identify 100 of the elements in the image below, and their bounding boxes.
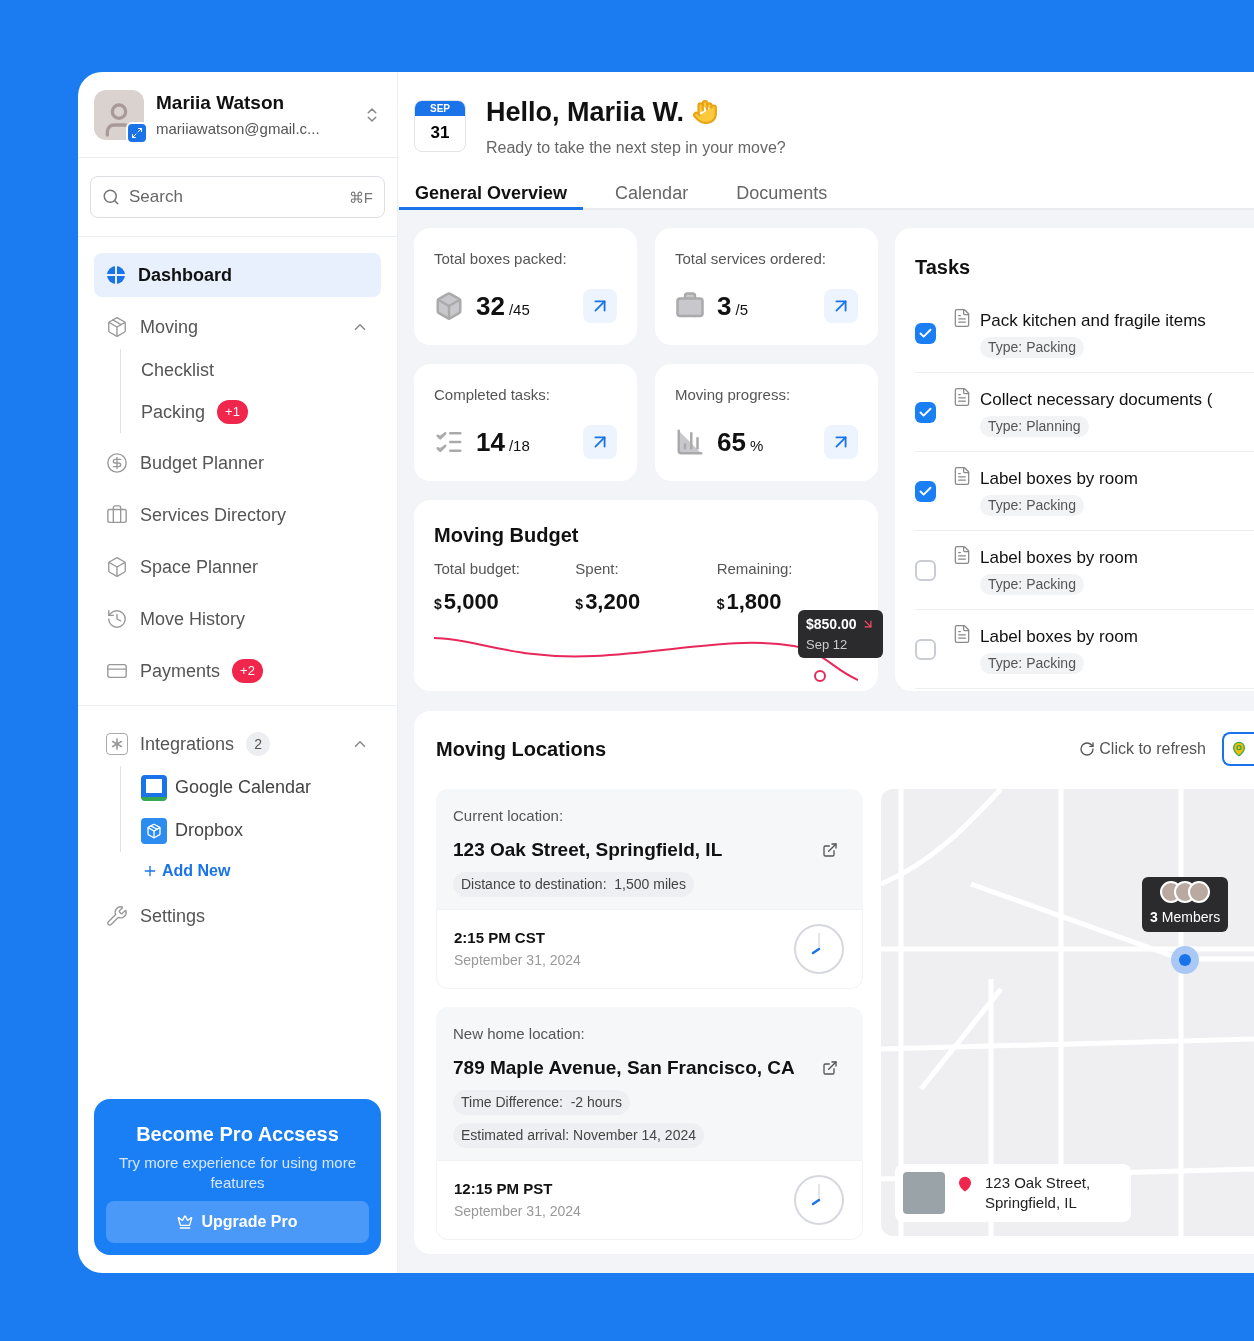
- stat-label: Completed tasks:: [434, 385, 551, 405]
- pie-chart-icon: [106, 265, 126, 285]
- stat-value: 3/5: [717, 289, 748, 323]
- open-button[interactable]: [824, 289, 858, 323]
- asterisk-icon: [106, 733, 128, 755]
- task-type-tag: Type: Packing: [980, 337, 1084, 359]
- nav-item[interactable]: Budget Planner: [94, 441, 381, 485]
- task-type-tag: Type: Planning: [980, 416, 1089, 438]
- task-checkbox[interactable]: [915, 559, 936, 581]
- task-checkbox[interactable]: [915, 638, 936, 660]
- stat-label: Total services ordered:: [675, 249, 827, 269]
- map-pin-button[interactable]: [1222, 732, 1254, 766]
- info-chip: Distance to destination: 1,500 miles: [453, 872, 694, 897]
- location-label: New home location:: [453, 1024, 586, 1044]
- count-badge: +1: [217, 400, 248, 424]
- info-chip: Time Difference: -2 hours: [453, 1090, 631, 1115]
- member-avatar: [1188, 881, 1211, 903]
- nav-item[interactable]: Settings: [94, 894, 381, 938]
- document-icon: [952, 307, 972, 328]
- nav-item[interactable]: Dashboard: [94, 253, 381, 297]
- stat-label: Moving progress:: [675, 385, 792, 405]
- crown-icon: [177, 1214, 194, 1230]
- integration-item[interactable]: Dropbox: [175, 817, 244, 844]
- location-address: 123 Oak Street, Springfield, IL: [453, 837, 723, 862]
- members-tooltip: 3 Members: [1142, 877, 1229, 932]
- stat-value: 32/45: [476, 289, 530, 323]
- document-icon: [952, 623, 972, 644]
- photo-placeholder: [903, 1172, 945, 1214]
- open-button[interactable]: [583, 425, 617, 459]
- refresh-icon: [1079, 741, 1096, 757]
- nav-icon: [106, 556, 128, 578]
- task-type-tag: Type: Packing: [980, 653, 1084, 675]
- tab[interactable]: Calendar: [599, 180, 705, 210]
- task-checkbox[interactable]: [915, 480, 936, 502]
- nav-item[interactable]: Services Directory: [94, 493, 381, 537]
- stat-label: Total boxes packed:: [434, 249, 568, 269]
- task-checkbox[interactable]: [915, 322, 936, 344]
- budget-label: Spent:: [575, 559, 619, 579]
- budget-label: Remaining:: [716, 559, 793, 579]
- promo-text: Try more experience for using more features: [117, 1153, 357, 1193]
- info-chip: Estimated arrival: November 14, 2024: [453, 1123, 704, 1148]
- greeting-title: Hello, Mariia W.: [486, 95, 685, 129]
- tab[interactable]: Documents: [720, 180, 844, 210]
- open-button[interactable]: [824, 425, 858, 459]
- nav-subitem[interactable]: Checklist: [141, 356, 215, 384]
- user-email: mariiawatson@gmail.c...: [156, 118, 321, 139]
- clock-icon: [793, 1174, 845, 1226]
- external-link-icon[interactable]: [822, 841, 838, 858]
- user-name: Mariia Watson: [156, 91, 286, 115]
- task-type-tag: Type: Packing: [980, 495, 1084, 517]
- shortcut-hint: ⌘F: [348, 188, 373, 208]
- promo-title: Become Pro Accsess: [136, 1122, 339, 1147]
- external-link-icon[interactable]: [822, 1059, 838, 1076]
- map-pin-icon: [957, 1176, 973, 1192]
- task-title: Pack kitchen and fragile items: [980, 309, 1206, 332]
- plus-icon: [142, 863, 158, 879]
- data-point-marker: [813, 668, 827, 683]
- nav-item[interactable]: Payments +2: [94, 649, 381, 693]
- local-date: September 31, 2024: [454, 1201, 581, 1221]
- stat-value: 65%: [717, 425, 764, 459]
- budget-amount: $3,200: [575, 587, 641, 616]
- nav-subitem[interactable]: Packing: [141, 398, 206, 426]
- integration-item[interactable]: Google Calendar: [175, 774, 312, 801]
- nav-item[interactable]: Move History: [94, 597, 381, 641]
- location-address: 789 Maple Avenue, San Francisco, CA: [453, 1055, 795, 1080]
- task-checkbox[interactable]: [915, 401, 936, 423]
- tab[interactable]: General Overview: [399, 180, 584, 210]
- budget-title: Moving Budget: [433, 523, 580, 548]
- refresh-button[interactable]: Click to refresh: [1079, 737, 1206, 761]
- document-icon: [952, 465, 972, 486]
- nav-item[interactable]: Moving: [94, 305, 381, 349]
- local-date: September 31, 2024: [454, 950, 581, 970]
- nav-item[interactable]: Space Planner: [94, 545, 381, 589]
- map-address: 123 Oak Street, Springfield, IL: [985, 1173, 1092, 1213]
- map-pin-icon: [1231, 741, 1247, 757]
- waving-hand-icon: [692, 99, 719, 125]
- stat-value: 14/18: [476, 425, 530, 459]
- task-title: Label boxes by room: [980, 625, 1138, 648]
- search-icon: [102, 188, 120, 206]
- task-title: Collect necessary documents (: [980, 388, 1213, 411]
- nav-icon: [106, 608, 128, 630]
- stat-icon: [675, 427, 705, 457]
- box-app-icon: [141, 817, 167, 844]
- task-type-tag: Type: Packing: [980, 574, 1084, 596]
- task-title: Label boxes by room: [980, 467, 1138, 490]
- chart-tooltip: $850.00 Sep 12: [798, 609, 883, 658]
- expand-badge-icon: [126, 121, 148, 144]
- budget-amount: $5,000: [434, 587, 499, 616]
- stat-icon: [434, 291, 464, 321]
- wrench-icon: [106, 905, 128, 927]
- nav-icon: [106, 316, 128, 338]
- budget-label: Total budget:: [434, 559, 520, 579]
- budget-amount: $1,800: [716, 587, 782, 616]
- document-icon: [952, 544, 972, 565]
- add-new-link[interactable]: Add New: [142, 852, 381, 890]
- open-button[interactable]: [583, 289, 617, 323]
- clock-icon: [793, 923, 845, 975]
- count-badge: 2: [246, 732, 271, 756]
- integrations-item[interactable]: Integrations 2: [94, 722, 381, 766]
- task-title: Label boxes by room: [980, 546, 1138, 569]
